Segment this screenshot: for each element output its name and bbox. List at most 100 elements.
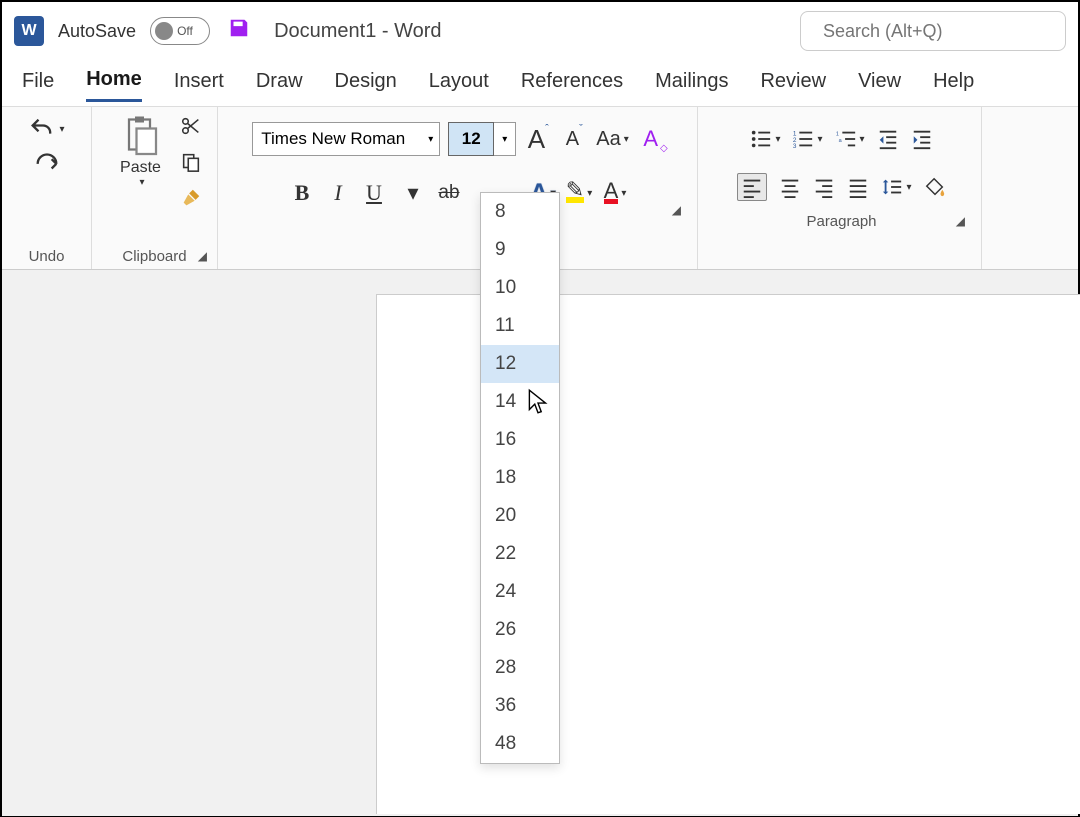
font-size-dropdown-list: 8 9 10 11 12 14 16 18 20 22 24 26 28 36 … (480, 192, 560, 764)
align-center-button[interactable] (779, 176, 801, 198)
decrease-font-size-button[interactable]: Aˇ (560, 128, 588, 151)
font-size-option-selected[interactable]: 12 (481, 345, 559, 383)
paint-bucket-icon (924, 176, 946, 198)
font-size-option[interactable]: 9 (481, 231, 559, 269)
tab-file[interactable]: File (22, 70, 54, 101)
autosave-label: AutoSave (58, 21, 136, 42)
clipboard-group: Paste ▾ Clipboard ◢ (92, 107, 218, 269)
scissors-icon (180, 115, 202, 137)
tab-references[interactable]: References (521, 70, 623, 101)
numbering-button[interactable]: 123▾ (792, 128, 822, 150)
align-right-button[interactable] (813, 176, 835, 198)
multilevel-icon: 1a (835, 128, 857, 150)
underline-button[interactable]: U (360, 180, 388, 206)
tab-help[interactable]: Help (933, 70, 974, 101)
change-case-button[interactable]: Aa▾ (596, 128, 629, 151)
font-size-option[interactable]: 18 (481, 459, 559, 497)
bold-button[interactable]: B (288, 180, 316, 206)
font-name-combobox[interactable]: Times New Roman ▾ (252, 122, 440, 156)
bullets-button[interactable]: ▾ (750, 128, 780, 150)
font-size-option[interactable]: 26 (481, 611, 559, 649)
tab-draw[interactable]: Draw (256, 70, 303, 101)
redo-button[interactable] (33, 151, 61, 179)
align-right-icon (813, 176, 835, 198)
tab-insert[interactable]: Insert (174, 70, 224, 101)
tab-view[interactable]: View (858, 70, 901, 101)
paragraph-group-label: Paragraph ◢ (712, 211, 971, 232)
font-size-option[interactable]: 28 (481, 649, 559, 687)
tab-mailings[interactable]: Mailings (655, 70, 728, 101)
chevron-down-icon: ▾ (502, 134, 507, 145)
font-group: Times New Roman ▾ 12 ▾ Aˆ Aˇ Aa▾ A B I U… (218, 107, 698, 269)
svg-text:3: 3 (793, 143, 797, 150)
font-size-option[interactable]: 36 (481, 687, 559, 725)
tab-design[interactable]: Design (335, 70, 397, 101)
format-painter-button[interactable] (180, 187, 202, 215)
font-size-option[interactable]: 16 (481, 421, 559, 459)
tab-home[interactable]: Home (86, 68, 142, 102)
copy-button[interactable] (180, 151, 202, 179)
toggle-knob-icon (155, 22, 173, 40)
search-input[interactable] (823, 21, 1055, 42)
multilevel-list-button[interactable]: 1a▾ (835, 128, 865, 150)
title-bar: W AutoSave Off Document1 - Word (2, 2, 1078, 60)
undo-icon (28, 115, 56, 143)
mouse-cursor-icon (527, 388, 549, 421)
redo-icon (33, 151, 61, 179)
font-size-option[interactable]: 20 (481, 497, 559, 535)
clipboard-launcher-icon[interactable]: ◢ (198, 249, 207, 263)
strikethrough-button[interactable]: ab (435, 182, 463, 204)
font-size-dropdown-button[interactable]: ▾ (494, 122, 516, 156)
svg-text:a: a (838, 138, 842, 144)
caret-down-icon: ˇ (579, 123, 583, 135)
increase-indent-button[interactable] (911, 128, 933, 150)
font-color-button[interactable]: A▾ (601, 183, 629, 204)
justify-button[interactable] (847, 176, 869, 198)
font-size-combobox[interactable]: 12 (448, 122, 494, 156)
line-spacing-button[interactable]: ▾ (881, 176, 911, 198)
autosave-toggle[interactable]: Off (150, 17, 210, 45)
chevron-down-icon: ▾ (139, 177, 144, 188)
save-icon[interactable] (228, 17, 250, 46)
align-left-button[interactable] (737, 173, 767, 201)
copy-icon (180, 151, 202, 173)
outdent-icon (877, 128, 899, 150)
font-size-option[interactable]: 24 (481, 573, 559, 611)
numbering-icon: 123 (792, 128, 814, 150)
tab-review[interactable]: Review (760, 70, 826, 101)
font-size-option[interactable]: 11 (481, 307, 559, 345)
clipboard-group-label: Clipboard ◢ (96, 246, 213, 267)
font-size-option[interactable]: 8 (481, 193, 559, 231)
font-color-icon: A (604, 183, 619, 204)
font-size-option[interactable]: 48 (481, 725, 559, 763)
undo-group: ▾ Undo (2, 107, 92, 269)
underline-dropdown[interactable]: ▾ (399, 180, 427, 206)
clear-formatting-button[interactable]: A (637, 126, 665, 152)
search-box[interactable] (800, 11, 1066, 51)
align-center-icon (779, 176, 801, 198)
paste-button[interactable]: Paste ▾ (108, 115, 174, 188)
highlight-color-button[interactable]: ✎▾ (565, 183, 593, 203)
chevron-down-icon: ▾ (428, 134, 433, 145)
svg-text:1: 1 (835, 131, 838, 137)
chevron-down-icon: ▾ (59, 124, 64, 135)
align-left-icon (741, 176, 763, 198)
undo-button[interactable]: ▾ (28, 115, 64, 143)
caret-up-icon: ˆ (545, 123, 549, 135)
shading-button[interactable] (924, 176, 946, 198)
italic-button[interactable]: I (324, 180, 352, 206)
cut-button[interactable] (180, 115, 202, 143)
increase-font-size-button[interactable]: Aˆ (524, 124, 552, 155)
tab-layout[interactable]: Layout (429, 70, 489, 101)
decrease-indent-button[interactable] (877, 128, 899, 150)
undo-group-label: Undo (6, 246, 87, 267)
paste-label: Paste (120, 159, 161, 177)
highlight-icon: ✎ (566, 183, 584, 203)
paragraph-launcher-icon[interactable]: ◢ (956, 214, 965, 228)
font-launcher-icon[interactable]: ◢ (672, 203, 681, 217)
chevron-down-icon: ▾ (621, 188, 626, 199)
document-title: Document1 - Word (274, 20, 441, 43)
font-size-option[interactable]: 22 (481, 535, 559, 573)
line-spacing-icon (881, 176, 903, 198)
font-size-option[interactable]: 10 (481, 269, 559, 307)
